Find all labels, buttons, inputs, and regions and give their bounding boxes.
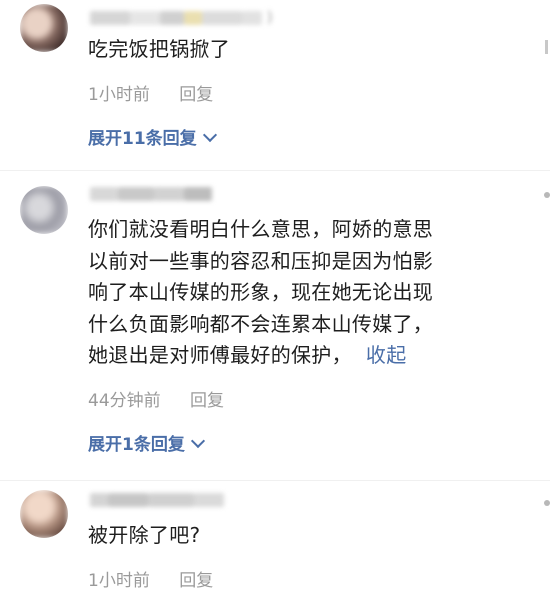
comment-text-line: 响了本山传媒的形象，现在她无论出现 xyxy=(88,280,434,304)
side-dot xyxy=(544,192,550,198)
comment-meta: 44分钟前 回复 xyxy=(88,386,224,411)
comment-meta: 1小时前 回复 xyxy=(88,80,213,105)
avatar[interactable] xyxy=(20,490,68,538)
divider xyxy=(0,170,550,171)
chevron-down-icon xyxy=(202,127,217,143)
comment-text-segment: 她退出是对师傅最好的保护， xyxy=(88,343,352,367)
comment-meta: 1小时前 回复 xyxy=(88,566,213,591)
expand-replies-label: 展开11条回复 xyxy=(88,129,197,149)
chevron-down-icon xyxy=(190,433,205,449)
reply-button[interactable]: 回复 xyxy=(179,571,213,591)
comment-time: 1小时前 xyxy=(88,571,150,591)
side-dot xyxy=(544,500,550,506)
divider xyxy=(0,480,550,481)
reply-button[interactable]: 回复 xyxy=(190,391,224,411)
collapse-button[interactable]: 收起 xyxy=(366,343,407,367)
comment-text-line: 你们就没看明白什么意思，阿娇的意思 xyxy=(88,217,434,241)
avatar[interactable] xyxy=(20,186,68,234)
scroll-mark xyxy=(545,40,548,54)
username-suffix: ) xyxy=(266,8,273,26)
comment-text-line-last: 她退出是对师傅最好的保护， 收起 xyxy=(88,340,508,372)
username-blurred[interactable]: ) xyxy=(90,8,273,28)
expand-replies-button[interactable]: 展开11条回复 xyxy=(88,124,217,149)
expand-replies-button[interactable]: 展开1条回复 xyxy=(88,430,205,455)
username-blurred[interactable] xyxy=(90,184,212,204)
username-blurred[interactable] xyxy=(90,490,224,510)
comment-thread: ) 吃完饭把锅掀了 1小时前 回复 展开11条回复 你们就没看明白什么意思，阿娇… xyxy=(0,0,550,610)
comment-text-line: 什么负面影响都不会连累本山传媒了， xyxy=(88,311,434,336)
comment-text: 你们就没看明白什么意思，阿娇的意思 以前对一些事的容忍和压抑是因为怕影 响了本山… xyxy=(88,214,508,372)
avatar[interactable] xyxy=(20,4,68,52)
comment-time: 1小时前 xyxy=(88,85,150,105)
comment-time: 44分钟前 xyxy=(88,391,161,411)
expand-replies-label: 展开1条回复 xyxy=(88,435,185,455)
reply-button[interactable]: 回复 xyxy=(179,85,213,105)
comment-text: 吃完饭把锅掀了 xyxy=(88,37,231,61)
comment-text-line: 以前对一些事的容忍和压抑是因为怕影 xyxy=(88,248,434,273)
comment-text: 被开除了吧? xyxy=(88,523,201,547)
